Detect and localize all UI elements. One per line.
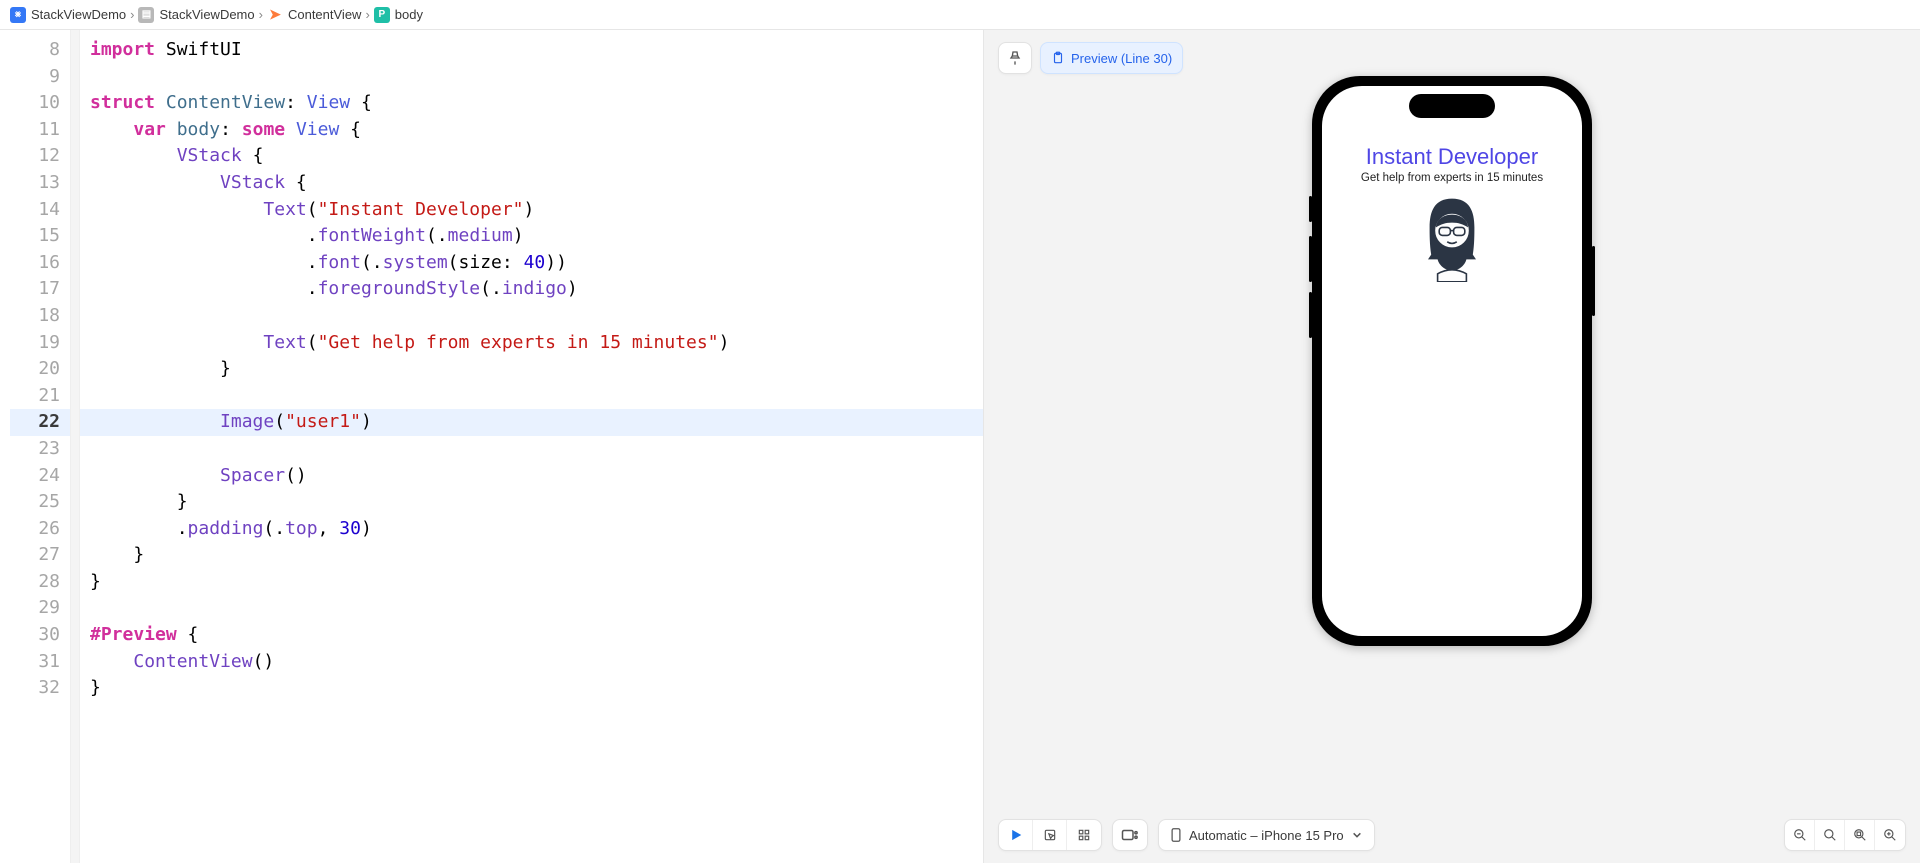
clipboard-icon: [1051, 51, 1065, 65]
crumb-folder[interactable]: ▤ StackViewDemo: [138, 7, 254, 23]
play-icon: [1009, 828, 1023, 842]
line-number-gutter: 8910111213141516171819202122232425262728…: [0, 30, 70, 863]
swift-file-icon: ➤: [267, 7, 283, 23]
crumb-folder-label: StackViewDemo: [159, 7, 254, 22]
device-frame: Instant Developer Get help from experts …: [1312, 76, 1592, 646]
project-icon: ⨳: [10, 7, 26, 23]
code-area[interactable]: import SwiftUI struct ContentView: View …: [80, 30, 983, 863]
preview-mode-group: [998, 819, 1102, 851]
folder-icon: ▤: [138, 7, 154, 23]
zoom-fit-icon: [1853, 828, 1867, 842]
crumb-file[interactable]: ➤ ContentView: [267, 7, 361, 23]
crumb-symbol-label: body: [395, 7, 423, 22]
crumb-project-label: StackViewDemo: [31, 7, 126, 22]
preview-canvas: Preview (Line 30) Instant Developer Get …: [984, 30, 1920, 863]
app-title-text: Instant Developer: [1322, 144, 1582, 170]
preview-selector-label: Preview (Line 30): [1071, 51, 1172, 66]
zoom-out-button[interactable]: [1785, 820, 1815, 850]
code-editor[interactable]: 8910111213141516171819202122232425262728…: [0, 30, 984, 863]
chevron-right-icon: ›: [130, 7, 134, 22]
pin-preview-button[interactable]: [998, 42, 1032, 74]
app-avatar-image: [1322, 192, 1582, 282]
cursor-rect-icon: [1043, 828, 1057, 842]
pin-icon: [1007, 50, 1023, 66]
zoom-group: [1784, 819, 1906, 851]
property-icon: P: [374, 7, 390, 23]
chevron-right-icon: ›: [259, 7, 263, 22]
dynamic-island: [1409, 94, 1495, 118]
zoom-out-icon: [1793, 828, 1807, 842]
zoom-in-button[interactable]: [1875, 820, 1905, 850]
device-screen[interactable]: Instant Developer Get help from experts …: [1322, 86, 1582, 636]
fold-ribbon[interactable]: [70, 30, 80, 863]
device-picker-button[interactable]: Automatic – iPhone 15 Pro: [1158, 819, 1375, 851]
breadcrumb: ⨳ StackViewDemo › ▤ StackViewDemo › ➤ Co…: [0, 0, 1920, 30]
grid-icon: [1077, 828, 1091, 842]
device-settings-icon: [1121, 828, 1139, 842]
crumb-project[interactable]: ⨳ StackViewDemo: [10, 7, 126, 23]
zoom-100-icon: [1823, 828, 1837, 842]
chevron-down-icon: [1352, 830, 1362, 840]
zoom-actual-button[interactable]: [1815, 820, 1845, 850]
zoom-fit-button[interactable]: [1845, 820, 1875, 850]
device-picker-label: Automatic – iPhone 15 Pro: [1189, 828, 1344, 843]
zoom-in-icon: [1883, 828, 1897, 842]
chevron-right-icon: ›: [365, 7, 369, 22]
selectable-preview-button[interactable]: [1033, 820, 1067, 850]
phone-icon: [1171, 828, 1181, 842]
crumb-file-label: ContentView: [288, 7, 361, 22]
app-subtitle-text: Get help from experts in 15 minutes: [1322, 172, 1582, 184]
crumb-symbol[interactable]: P body: [374, 7, 423, 23]
live-preview-button[interactable]: [999, 820, 1033, 850]
device-settings-button[interactable]: [1112, 819, 1148, 851]
preview-selector-button[interactable]: Preview (Line 30): [1040, 42, 1183, 74]
variants-preview-button[interactable]: [1067, 820, 1101, 850]
